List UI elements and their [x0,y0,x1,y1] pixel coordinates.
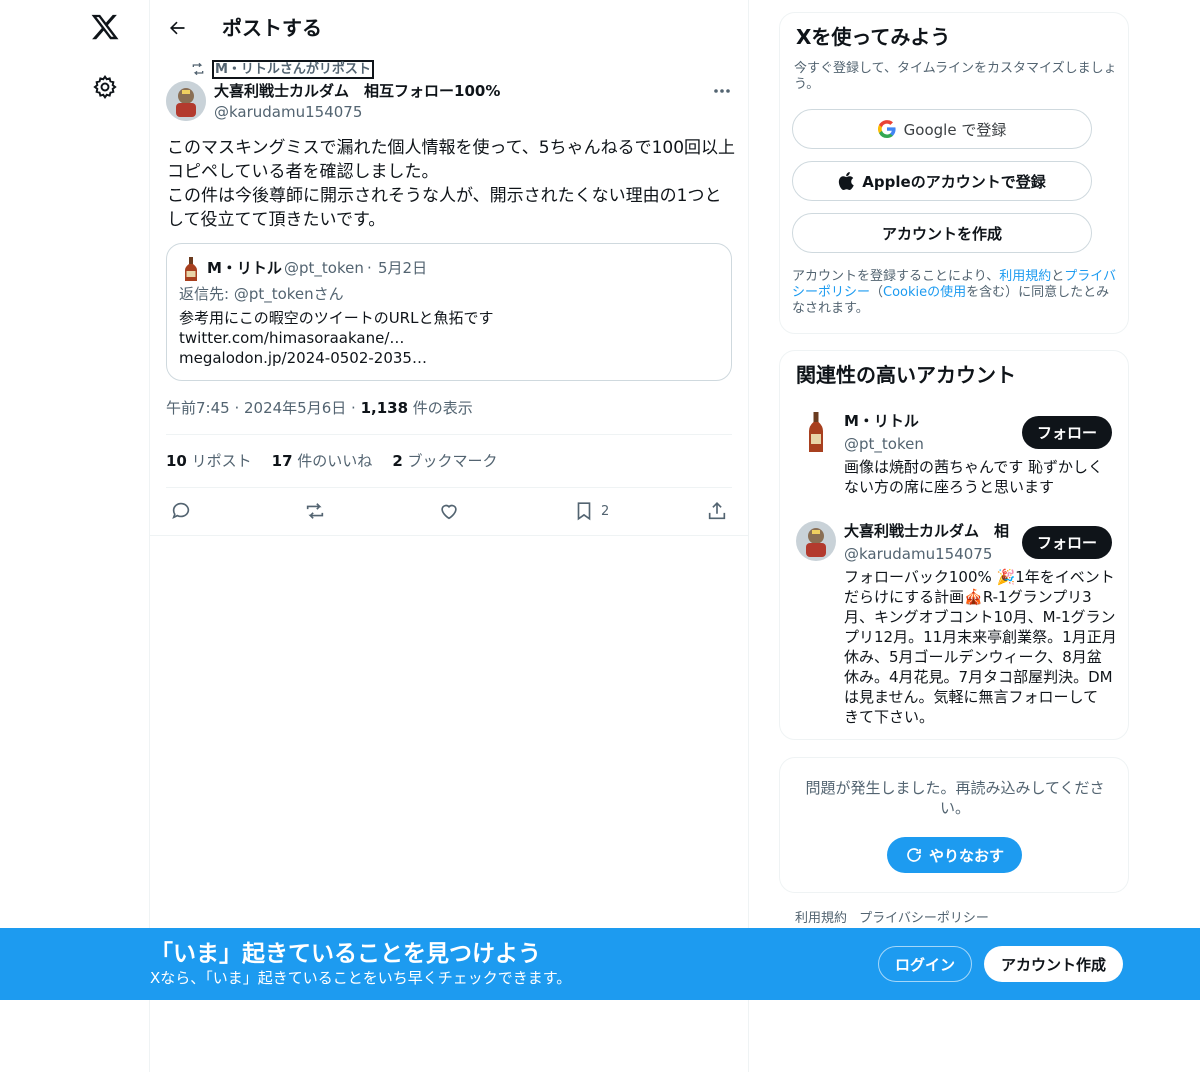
signup-button[interactable]: アカウント作成 [984,946,1123,982]
column-divider-left [149,0,150,1072]
related-name[interactable]: 大喜利戦士カルダム 相 [844,521,1014,541]
apple-signup-button[interactable]: Appleのアカウントで登録 [792,161,1092,201]
related-name[interactable]: M・リトル [844,411,994,431]
refresh-icon [907,848,921,862]
signup-subtitle: 今すぐ登録して、タイムラインをカスタマイズしましょう。 [794,61,1117,92]
quoted-post-card[interactable]: M・リトル @pt_token · 5月2日 返信先: @pt_tokenさん … [166,243,732,381]
divider [166,434,732,435]
error-message: 問題が発生しました。再読み込みしてください。 [805,779,1105,817]
terms-prefix: アカウントを登録することにより、 [792,269,1000,284]
reply-button[interactable] [170,499,192,523]
terms-and: と [1051,269,1065,284]
author-handle[interactable]: @karudamu154075 [214,102,362,122]
bookmark-icon [577,502,591,521]
bookmark-count: 2 [601,503,610,519]
create-account-label: アカウントを作成 [881,224,1002,243]
quote-author-handle: @pt_token [284,259,364,277]
gear-icon[interactable] [92,74,118,100]
views-label: 件の表示 [408,399,473,417]
likes-stat[interactable]: 17 件のいいね [272,451,373,471]
bookmarks-count: 2 [392,452,403,470]
quote-date: 5月2日 [378,259,428,277]
bookmark-button[interactable]: 2 [573,499,609,523]
author-name[interactable]: 大喜利戦士カルダム 相互フォロー100% [214,81,500,101]
related-bio: 画像は焼酎の茜ちゃんです 恥ずかしく ない方の席に座ろうと思います [844,458,1104,496]
likes-count: 17 [271,452,293,470]
divider [166,487,732,488]
post-meta: 午前7:45 · 2024年5月6日 · 1,138 件の表示 [166,398,473,418]
footer-links[interactable]: 利用規約 プライバシーポリシー [795,910,989,928]
terms-paren: （ [870,285,884,300]
signup-title: Xを使ってみよう [796,25,951,49]
quote-avatar [181,256,201,282]
error-card: 問題が発生しました。再読み込みしてください。 やりなおす [779,757,1129,893]
bookmarks-stat[interactable]: 2 ブックマーク [392,451,497,471]
google-icon [877,120,896,138]
related-bio: フォローバック100% 🎉1年をイベント だらけにする計画🎪R-1グランプリ3 … [844,568,1117,726]
reposted-by-link[interactable]: M・リトルさんがリポスト [212,60,374,79]
post-date[interactable]: 2024年5月6日 [244,399,346,417]
divider [150,535,748,536]
follow-button[interactable]: フォロー [1022,416,1112,449]
post-text: このマスキングミスで漏れた個人情報を使って、5ちゃんねるで100回以上 コピペし… [167,138,736,230]
related-accounts-card: 関連性の高いアカウント M・リトル @pt_token フォロー 画像は焼酎の茜… [779,350,1129,740]
avatar[interactable] [166,81,206,121]
meta-separator: · [346,399,361,417]
share-button[interactable] [706,499,728,523]
google-signup-button[interactable]: Google で登録 [792,109,1092,149]
repost-icon [306,503,324,519]
reposts-label: リポスト [186,452,252,470]
quote-separator: · [367,259,372,277]
repost-button[interactable] [304,499,326,523]
reply-icon [172,502,190,520]
signup-banner: 「いま」起きていることを見つけよう Xなら、「いま」起きていることをいち早くチェ… [0,928,1200,1000]
repost-icon [190,61,206,77]
cookie-link[interactable]: Cookieの使用 [883,285,966,300]
banner-subtitle: Xなら、「いま」起きていることをいち早くチェックできます。 [150,969,572,987]
create-account-button[interactable]: アカウントを作成 [792,213,1092,253]
like-button[interactable] [438,499,460,523]
login-button[interactable]: ログイン [878,946,972,982]
quote-author-name: M・リトル [207,259,282,277]
signup-card: Xを使ってみよう 今すぐ登録して、タイムラインをカスタマイズしましょう。 Goo… [779,12,1129,334]
reposts-count: 10 [166,452,187,470]
back-button[interactable] [163,14,191,42]
quote-reply-to: 返信先: @pt_tokenさん [179,285,344,303]
likes-label: 件のいいね [292,452,373,470]
views-count: 1,138 [360,399,409,417]
post-time[interactable]: 午前7:45 [166,399,230,417]
related-handle[interactable]: @pt_token [844,434,924,454]
retry-button[interactable]: やりなおす [887,837,1022,873]
bookmarks-label: ブックマーク [402,452,498,470]
page-title: ポストする [222,16,322,40]
heart-icon [441,504,457,520]
related-avatar[interactable] [806,411,826,453]
google-signup-label: Google で登録 [903,120,1007,139]
terms-link[interactable]: 利用規約 [999,269,1051,284]
meta-separator: · [229,399,244,417]
post-stats: 10 リポスト 17 件のいいね 2 ブックマーク [166,451,498,471]
apple-signup-label: Appleのアカウントで登録 [862,172,1046,191]
related-handle[interactable]: @karudamu154075 [844,544,992,564]
share-icon [708,502,726,520]
follow-button[interactable]: フォロー [1022,526,1112,559]
column-divider-right [748,0,749,1072]
retry-label: やりなおす [928,846,1004,865]
apple-icon [839,172,854,190]
reposts-stat[interactable]: 10 リポスト [166,451,252,471]
banner-title: 「いま」起きていることを見つけよう [150,941,541,967]
related-title: 関連性の高いアカウント [796,363,1016,387]
quote-text: 参考用にこの暇空のツイートのURLと魚拓です twitter.com/himas… [179,309,494,367]
related-avatar[interactable] [796,521,836,561]
x-logo-icon[interactable] [90,12,120,42]
arrow-left-icon [170,21,185,35]
terms-notice: アカウントを登録することにより、利用規約とプライバシーポリシー（Cookieの使… [792,269,1122,317]
more-options-icon[interactable] [710,84,734,98]
